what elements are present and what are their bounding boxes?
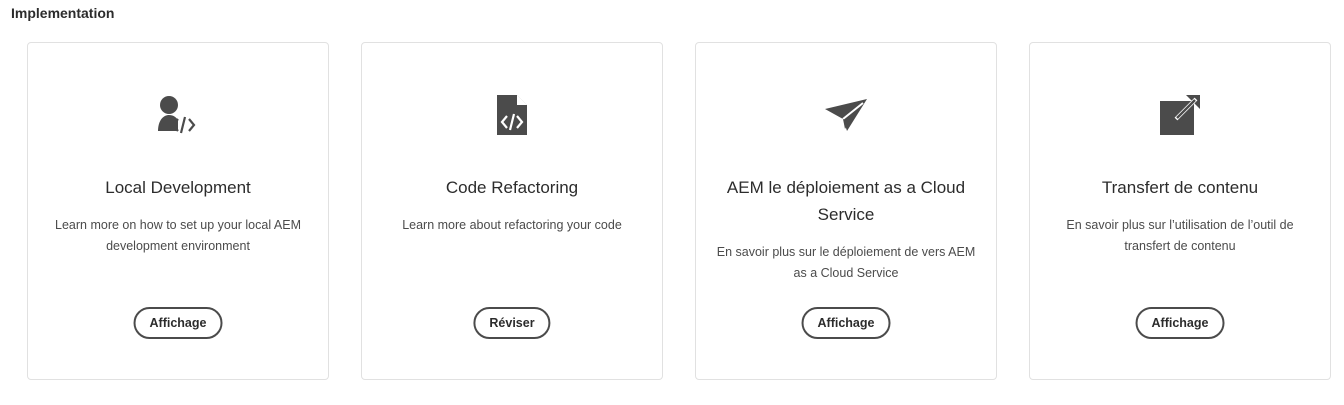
card-local-development: Local Development Learn more on how to s… — [27, 42, 329, 380]
local-development-view-button[interactable]: Affichage — [133, 307, 223, 339]
external-link-icon — [1030, 93, 1330, 137]
paper-plane-icon — [696, 93, 996, 137]
card-description: En savoir plus sur l’utilisation de l’ou… — [1066, 218, 1294, 253]
cloud-service-view-button[interactable]: Affichage — [801, 307, 891, 339]
card-title: Transfert de contenu — [1101, 178, 1259, 197]
code-refactoring-review-button[interactable]: Réviser — [473, 307, 551, 339]
card-title: AEM le déploiement as a Cloud Service — [726, 178, 966, 224]
code-file-icon — [362, 93, 662, 137]
card-grid: Local Development Learn more on how to s… — [27, 42, 1331, 380]
card-title: Local Development — [105, 178, 251, 197]
card-description: Learn more about refactoring your code — [402, 218, 622, 232]
developer-code-icon — [28, 93, 328, 137]
card-content-transfer: Transfert de contenu En savoir plus sur … — [1029, 42, 1331, 380]
section-title: Implementation — [11, 5, 115, 21]
content-transfer-view-button[interactable]: Affichage — [1135, 307, 1225, 339]
card-title: Code Refactoring — [445, 178, 579, 197]
card-description: Learn more on how to set up your local A… — [55, 218, 301, 253]
card-code-refactoring: Code Refactoring Learn more about refact… — [361, 42, 663, 380]
card-cloud-service: AEM le déploiement as a Cloud Service En… — [695, 42, 997, 380]
card-description: En savoir plus sur le déploiement de ver… — [716, 245, 976, 280]
